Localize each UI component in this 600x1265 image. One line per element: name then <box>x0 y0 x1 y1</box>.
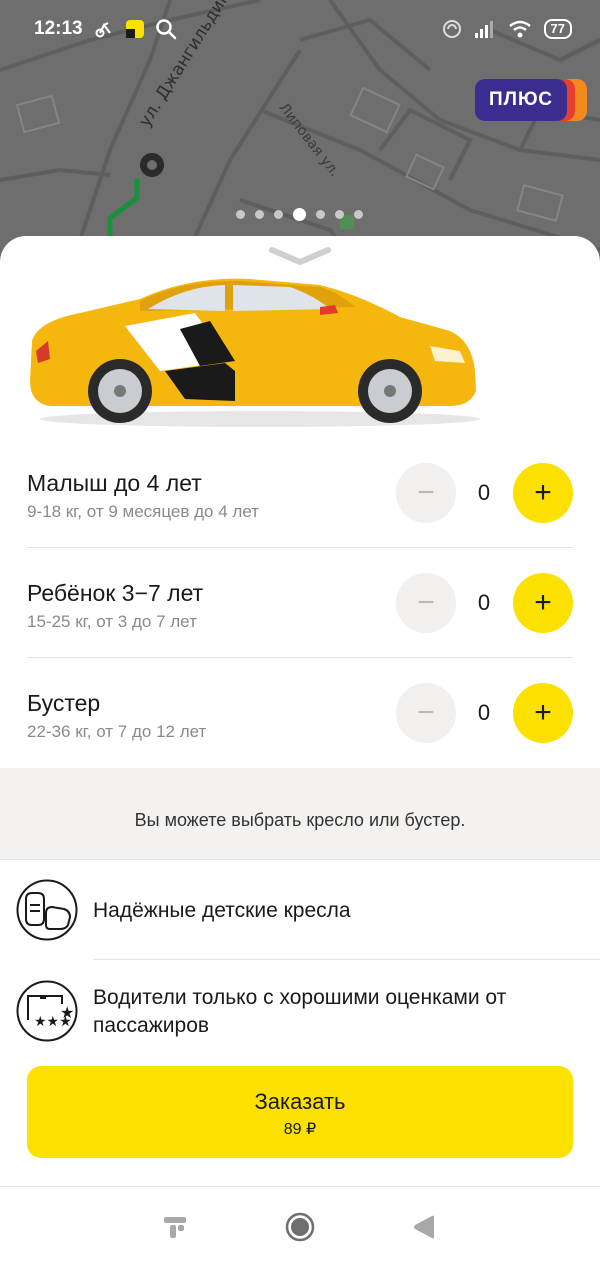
recents-button[interactable] <box>155 1209 195 1245</box>
seat-count: 0 <box>477 590 491 615</box>
seat-option-child: Ребёнок 3−7 лет 15-25 кг, от 3 до 7 лет … <box>0 548 600 658</box>
yandex-go-icon <box>125 20 144 38</box>
seat-subtitle: 22-36 кг, от 7 до 12 лет <box>27 722 207 741</box>
feature-text: Водители только с хорошими оценками от п… <box>93 986 507 1037</box>
info-note: Вы можете выбрать кресло или бустер. <box>0 768 600 860</box>
feature-child-seats: Надёжные детские кресла <box>0 860 600 960</box>
info-note-text: Вы можете выбрать кресло или бустер. <box>134 810 466 830</box>
pager-dot-active <box>293 208 306 221</box>
seat-option-baby: Малыш до 4 лет 9-18 кг, от 9 месяцев до … <box>0 438 600 548</box>
increment-button[interactable]: + <box>513 683 573 743</box>
recents-icon <box>164 1217 186 1238</box>
home-icon <box>285 1212 315 1242</box>
seat-count: 0 <box>477 480 491 505</box>
back-button[interactable] <box>404 1209 444 1245</box>
plus-badge-label: ПЛЮС <box>475 79 567 121</box>
decrement-button[interactable]: − <box>396 573 456 633</box>
seat-subtitle: 15-25 кг, от 3 до 7 лет <box>27 612 197 631</box>
seat-option-booster: Бустер 22-36 кг, от 7 до 12 лет − 0 + <box>0 658 600 768</box>
pager-dot <box>255 210 264 219</box>
pager-dot <box>316 210 325 219</box>
feature-rated-drivers: ★★★ ★ Водители только с хорошими оценкам… <box>0 960 600 1060</box>
seat-title: Малыш до 4 лет <box>27 470 202 496</box>
feature-text: Надёжные детские кресла <box>93 899 351 922</box>
status-time: 12:13 <box>34 18 83 39</box>
rated-driver-icon: ★★★ ★ <box>16 980 78 1042</box>
seat-count: 0 <box>477 700 491 725</box>
pager-dot <box>335 210 344 219</box>
child-seats-icon <box>16 879 78 941</box>
seat-title: Бустер <box>27 690 101 716</box>
collapse-chevron-icon[interactable] <box>268 244 332 268</box>
increment-button[interactable]: + <box>513 463 573 523</box>
order-button-label: Заказать <box>254 1089 346 1114</box>
back-icon <box>414 1215 434 1239</box>
decrement-button[interactable]: − <box>396 463 456 523</box>
order-button-price: 89 ₽ <box>283 1121 317 1138</box>
svg-text:★: ★ <box>60 1003 74 1022</box>
status-bar: 12:13 77 <box>0 0 600 58</box>
search-icon <box>155 19 176 40</box>
plus-badge[interactable]: ПЛЮС <box>475 79 587 121</box>
system-nav-bar <box>0 1186 600 1265</box>
seat-subtitle: 9-18 кг, от 9 месяцев до 4 лет <box>27 502 259 521</box>
pager-dots <box>236 208 363 221</box>
wifi-icon <box>508 20 531 38</box>
home-button[interactable] <box>280 1209 320 1245</box>
taxi-car-image <box>30 278 480 427</box>
seat-title: Ребёнок 3−7 лет <box>27 580 204 606</box>
order-button[interactable]: Заказать 89 ₽ <box>27 1066 573 1158</box>
nfc-icon <box>442 20 461 38</box>
bike-icon <box>95 22 111 38</box>
signal-icon <box>474 21 493 38</box>
route-line <box>107 177 140 239</box>
increment-button[interactable]: + <box>513 573 573 633</box>
battery-icon: 77 <box>543 19 572 39</box>
pager-dot <box>236 210 245 219</box>
decrement-button[interactable]: − <box>396 683 456 743</box>
pager-dot <box>354 210 363 219</box>
pager-dot <box>274 210 283 219</box>
bottom-sheet: Малыш до 4 лет 9-18 кг, от 9 месяцев до … <box>0 236 600 1265</box>
